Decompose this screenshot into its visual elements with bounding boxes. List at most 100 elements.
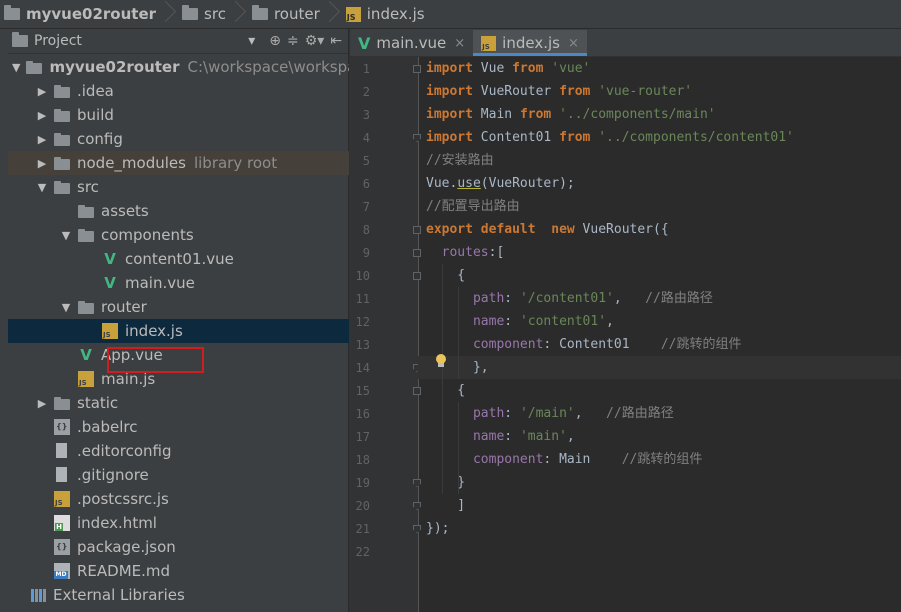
gear-icon[interactable]: ⚙▾ — [305, 33, 325, 49]
collapse-all-icon[interactable]: ≑ — [287, 33, 299, 49]
tree-item-app-vue[interactable]: V App.vue — [8, 343, 400, 367]
tree-item-components[interactable]: ▼ components — [8, 223, 400, 247]
tab-index-js[interactable]: index.js × — [473, 30, 587, 56]
code-line[interactable]: import Vue from 'vue' — [426, 57, 590, 80]
code-line[interactable]: ] — [426, 494, 465, 517]
collapse-arrow-icon[interactable]: ▶ — [36, 133, 48, 146]
vue-icon: V — [104, 274, 116, 292]
tree-item-babelrc[interactable]: .babelrc — [8, 415, 376, 439]
editor-area: V main.vue × index.js × 1234567891011121… — [349, 29, 901, 612]
code-line[interactable]: //配置导出路由 — [426, 195, 520, 218]
collapse-arrow-icon[interactable]: ▶ — [36, 85, 48, 98]
code-line[interactable]: }, — [418, 356, 901, 379]
collapse-arrow-icon[interactable]: ▶ — [36, 109, 48, 122]
code-line[interactable]: { — [426, 264, 465, 287]
tree-item-index-html[interactable]: index.html — [8, 511, 376, 535]
fold-marker-icon[interactable] — [412, 500, 422, 512]
code-line[interactable]: routes:[ — [426, 241, 505, 264]
tree-item-label: index.html — [77, 514, 157, 532]
line-number: 2 — [362, 85, 370, 99]
fold-marker-icon[interactable] — [412, 270, 422, 282]
project-panel-header: Project ▾ ⊕ ≑ ⚙▾ ⇤ — [8, 29, 348, 54]
tree-item-gitignore[interactable]: .gitignore — [8, 463, 376, 487]
config-file-icon — [54, 419, 70, 435]
code-line[interactable]: name: 'content01', — [426, 310, 614, 333]
tree-item-package-json[interactable]: package.json — [8, 535, 376, 559]
folder-icon — [4, 5, 20, 20]
lightbulb-icon[interactable] — [435, 354, 447, 368]
tree-item-editorconfig[interactable]: .editorconfig — [8, 439, 376, 463]
close-icon[interactable]: × — [454, 36, 465, 51]
line-number: 1 — [362, 62, 370, 76]
tab-main-vue[interactable]: V main.vue × — [350, 30, 473, 56]
chevron-down-icon[interactable]: ▾ — [248, 33, 255, 49]
project-view-selector[interactable]: Project — [34, 33, 82, 49]
line-number: 20 — [355, 499, 370, 513]
code-line[interactable]: export default new VueRouter({ — [426, 218, 669, 241]
code-line[interactable]: path: '/content01', //路由路径 — [426, 287, 713, 310]
expand-arrow-icon[interactable]: ▼ — [36, 181, 48, 194]
expand-arrow-icon[interactable]: ▼ — [60, 229, 72, 242]
tree-item-label: .babelrc — [77, 418, 138, 436]
code-line[interactable]: path: '/main', //路由路径 — [426, 402, 674, 425]
tree-item-build[interactable]: ▶ build — [8, 103, 376, 127]
code-line[interactable]: }); — [426, 517, 449, 540]
tree-item-label: .gitignore — [77, 466, 149, 484]
project-icon — [12, 32, 28, 47]
line-number: 9 — [362, 246, 370, 260]
folder-icon — [54, 179, 70, 195]
expand-arrow-icon[interactable]: ▼ — [60, 301, 72, 314]
code-line[interactable]: import Content01 from '../components/con… — [426, 126, 794, 149]
breadcrumb-src-label: src — [204, 5, 226, 23]
code-editor[interactable]: import Vue from 'vue' import VueRouter fr… — [418, 57, 901, 612]
code-line[interactable]: component: Main //跳转的组件 — [426, 448, 702, 471]
tree-item-label: assets — [101, 202, 149, 220]
fold-marker-icon[interactable] — [412, 63, 422, 75]
tree-item-readme-md[interactable]: README.md — [8, 559, 376, 583]
collapse-arrow-icon[interactable]: ▶ — [36, 397, 48, 410]
close-icon[interactable]: × — [568, 36, 579, 51]
code-line[interactable]: { — [426, 379, 465, 402]
code-line[interactable]: component: Content01 //跳转的组件 — [426, 333, 742, 356]
tree-item-label: .idea — [77, 82, 114, 100]
code-line[interactable]: import Main from '../components/main' — [426, 103, 716, 126]
line-number: 12 — [355, 315, 370, 329]
fold-marker-icon[interactable] — [412, 247, 422, 259]
tree-item-label: node_modules — [77, 154, 186, 172]
tree-item-static[interactable]: ▶ static — [8, 391, 376, 415]
breadcrumb-project[interactable]: myvue02router — [0, 0, 178, 28]
folder-icon — [54, 395, 70, 411]
fold-marker-icon[interactable] — [412, 385, 422, 397]
tree-item-external-libraries[interactable]: External Libraries — [8, 583, 352, 607]
tree-item-router[interactable]: ▼ router — [8, 295, 400, 319]
fold-marker-icon[interactable] — [412, 477, 422, 489]
tree-item-idea[interactable]: ▶ .idea — [8, 79, 376, 103]
hide-panel-icon[interactable]: ⇤ — [330, 33, 342, 49]
scroll-from-source-icon[interactable]: ⊕ — [269, 33, 281, 49]
line-number-gutter: 1 2 3 4 5 6 7 8 9 10 11 12 13 14 15 16 17 18 19 20 21 22 — [350, 57, 422, 612]
code-line[interactable]: name: 'main', — [426, 425, 575, 448]
expand-arrow-icon[interactable]: ▼ — [12, 61, 20, 74]
tree-item-postcssrc-js[interactable]: .postcssrc.js — [8, 487, 376, 511]
code-line[interactable]: Vue.use(VueRouter); — [426, 172, 575, 195]
breadcrumb-router[interactable]: router — [248, 0, 342, 28]
collapse-arrow-icon[interactable]: ▶ — [36, 157, 48, 170]
code-line[interactable]: import VueRouter from 'vue-router' — [426, 80, 692, 103]
fold-marker-icon[interactable] — [412, 224, 422, 236]
tree-item-src[interactable]: ▼ src — [8, 175, 376, 199]
breadcrumb-project-label: myvue02router — [26, 5, 157, 23]
code-line[interactable]: //安装路由 — [426, 149, 494, 172]
code-line[interactable]: } — [426, 471, 465, 494]
breadcrumb-file[interactable]: JS index.js — [342, 0, 431, 28]
breadcrumb-src[interactable]: src — [178, 0, 248, 28]
folder-icon — [182, 5, 199, 20]
folder-icon — [251, 5, 268, 20]
tree-item-myvue02router[interactable]: ▼ myvue02router C:\workspace\workspa — [8, 55, 356, 79]
fold-marker-icon[interactable] — [412, 132, 422, 144]
tree-item-config[interactable]: ▶ config — [8, 127, 376, 151]
tree-item-main-js[interactable]: main.js — [8, 367, 400, 391]
fold-marker-icon[interactable] — [412, 523, 422, 535]
tree-item-assets[interactable]: assets — [8, 199, 400, 223]
tree-item-node-modules[interactable]: ▶ node_modules library root — [8, 151, 376, 175]
folder-icon — [54, 155, 70, 171]
